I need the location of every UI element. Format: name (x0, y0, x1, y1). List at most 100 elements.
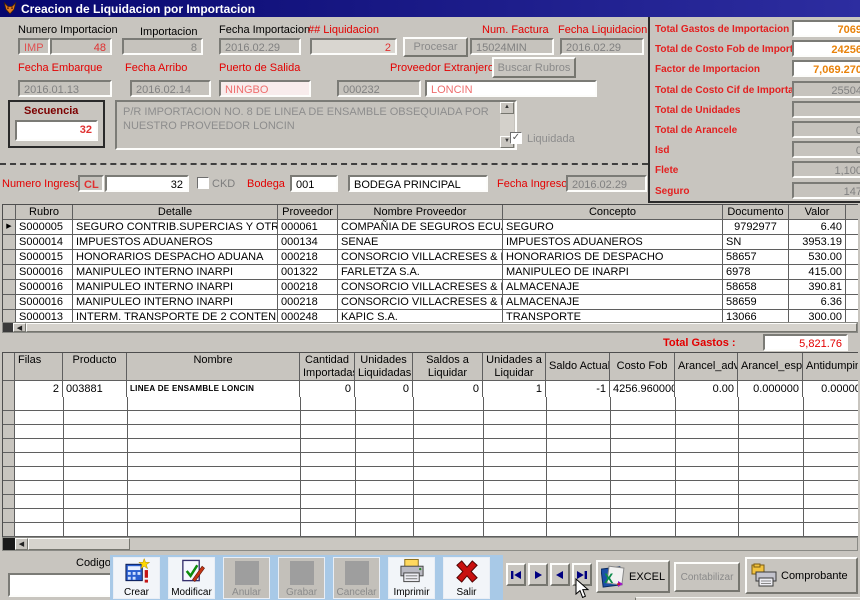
g1-cell[interactable]: 9792977 (723, 220, 789, 235)
crear-button[interactable]: Crear (113, 557, 160, 599)
g1-cell[interactable]: 3953.19 (789, 235, 846, 250)
g1-cell[interactable]: IMPUESTOS ADUANEROS (503, 235, 723, 250)
g2-cell[interactable]: 0 (413, 381, 483, 397)
g2-cell[interactable]: 1 (483, 381, 546, 397)
g2-cell[interactable]: 0.00 (675, 381, 738, 397)
g1-cell[interactable]: 000248 (278, 310, 338, 322)
g2-row-selector[interactable] (3, 381, 15, 397)
g1-cell[interactable]: 58658 (723, 280, 789, 295)
contabilizar-button: Contabilizar (674, 562, 740, 592)
g1-row-selector[interactable] (3, 295, 16, 310)
g1-row-selector[interactable] (3, 280, 16, 295)
g1-cell[interactable]: MANIPULEO INTERNO INARPI (73, 265, 278, 280)
scrollbar-thumb[interactable] (26, 323, 857, 332)
g1-cell[interactable]: S000016 (16, 265, 73, 280)
liquidacion-field[interactable]: 2 (310, 38, 397, 55)
g1-cell[interactable]: MANIPULEO INTERNO INARPI (73, 295, 278, 310)
g1-cell[interactable]: S000016 (16, 280, 73, 295)
g1-cell[interactable]: FARLETZA S.A. (338, 265, 503, 280)
g1-cell[interactable]: 530.00 (789, 250, 846, 265)
g1-cell[interactable]: 415.00 (789, 265, 846, 280)
gastos-grid[interactable]: Rubro Detalle Proveedor Nombre Proveedor… (2, 204, 858, 322)
scroll-left-icon[interactable]: ◀ (15, 538, 28, 550)
g1-cell[interactable]: 390.81 (789, 280, 846, 295)
nav-first-button[interactable] (506, 563, 526, 586)
scroll-left-icon[interactable]: ◀ (13, 323, 26, 332)
g1-cell[interactable]: ALMACENAJE (503, 295, 723, 310)
ckd-checkbox[interactable] (197, 177, 209, 189)
g2-header-producto: Producto (63, 353, 127, 381)
g1-cell[interactable]: COMPAÑIA DE SEGUROS ECUATO (338, 220, 503, 235)
proveedor-nombre-field[interactable]: LONCIN (425, 80, 597, 97)
g1-cell[interactable]: 300.00 (789, 310, 846, 322)
g1-cell[interactable]: INTERM. TRANSPORTE DE 2 CONTENEDO (73, 310, 278, 322)
nav-prev-button[interactable] (550, 563, 570, 586)
g1-cell[interactable]: 6978 (723, 265, 789, 280)
first-record-icon (510, 570, 522, 580)
g1-cell[interactable]: CONSORCIO VILLACRESES & PIN (338, 295, 503, 310)
g1-cell[interactable]: 58659 (723, 295, 789, 310)
g2-cell[interactable]: 0 (300, 381, 355, 397)
g1-cell[interactable]: TRANSPORTE (503, 310, 723, 322)
g1-cell[interactable]: MANIPULEO INTERNO INARPI (73, 280, 278, 295)
g1-cell[interactable]: HONORARIOS DESPACHO ADUANA (73, 250, 278, 265)
scrollbar-thumb[interactable] (28, 538, 130, 550)
g1-cell[interactable]: S000014 (16, 235, 73, 250)
g1-cell[interactable]: 58657 (723, 250, 789, 265)
fox-icon (3, 2, 17, 15)
g1-cell[interactable]: 13066 (723, 310, 789, 322)
modificar-button[interactable]: Modificar (168, 557, 215, 599)
total-unidades-label: Total de Unidades (655, 105, 740, 116)
g2-cell[interactable]: 0.000000 (803, 381, 858, 397)
imprimir-button[interactable]: Imprimir (388, 557, 435, 599)
g1-cell[interactable]: 001322 (278, 265, 338, 280)
g1-row-selector[interactable] (3, 250, 16, 265)
g1-row-selector[interactable] (3, 235, 16, 250)
g1-cell[interactable]: KAPIC S.A. (338, 310, 503, 322)
g2-cell[interactable]: 4256.960000 (610, 381, 675, 397)
comprobante-button[interactable]: Comprobante (745, 557, 858, 594)
g1-row-selector[interactable] (3, 265, 16, 280)
nav-next-button[interactable] (528, 563, 548, 586)
g1-cell[interactable]: 000134 (278, 235, 338, 250)
puerto-salida-field[interactable]: NINGBO (219, 80, 311, 97)
g2-cell[interactable]: -1 (546, 381, 610, 397)
g1-cell[interactable]: S000005 (16, 220, 73, 235)
secuencia-field[interactable]: 32 (15, 120, 98, 141)
g2-cell[interactable]: LINEA DE ENSAMBLE LONCIN (127, 381, 300, 397)
items-grid[interactable]: Filas Producto Nombre Cantidad Importada… (2, 352, 858, 397)
items-grid-hscrollbar[interactable]: ◀ (2, 537, 858, 551)
g1-cell[interactable]: CONSORCIO VILLACRESES & PIN (338, 250, 503, 265)
g1-cell[interactable]: HONORARIOS DE DESPACHO (503, 250, 723, 265)
gastos-grid-hscrollbar[interactable]: ◀ (2, 322, 858, 333)
g1-cell[interactable]: 000218 (278, 250, 338, 265)
scrollbar-track[interactable] (130, 538, 857, 550)
g1-cell[interactable]: CONSORCIO VILLACRESES & PIN (338, 280, 503, 295)
g1-row-selector[interactable] (3, 310, 16, 322)
g1-cell[interactable]: SENAE (338, 235, 503, 250)
g1-cell[interactable]: ALMACENAJE (503, 280, 723, 295)
excel-button[interactable]: X EXCEL (596, 560, 670, 593)
g1-cell[interactable]: S000016 (16, 295, 73, 310)
g1-cell[interactable]: 6.36 (789, 295, 846, 310)
g1-cell[interactable]: SN (723, 235, 789, 250)
scroll-up-icon[interactable]: ▲ (500, 102, 514, 114)
g1-cell[interactable]: S000015 (16, 250, 73, 265)
g1-cell[interactable]: IMPUESTOS ADUANEROS (73, 235, 278, 250)
numero-ingreso-field[interactable]: 32 (105, 175, 189, 192)
g2-cell[interactable]: 0.000000 (738, 381, 803, 397)
g1-cell[interactable]: SEGURO (503, 220, 723, 235)
g2-cell[interactable]: 003881 (63, 381, 127, 397)
g1-cell[interactable]: 6.40 (789, 220, 846, 235)
g2-cell[interactable]: 0 (355, 381, 413, 397)
g1-cell[interactable]: SEGURO CONTRIB.SUPERCIAS Y OTROS (73, 220, 278, 235)
bodega-codigo-field[interactable]: 001 (290, 175, 338, 192)
g1-cell[interactable]: 000061 (278, 220, 338, 235)
g1-cell[interactable]: 000218 (278, 280, 338, 295)
g2-cell[interactable]: 2 (15, 381, 63, 397)
salir-button[interactable]: Salir (443, 557, 490, 599)
g1-cell[interactable]: S000013 (16, 310, 73, 322)
g1-cell[interactable]: 000218 (278, 295, 338, 310)
bodega-nombre-field[interactable]: BODEGA PRINCIPAL (348, 175, 488, 192)
g1-cell[interactable]: MANIPULEO DE INARPI (503, 265, 723, 280)
